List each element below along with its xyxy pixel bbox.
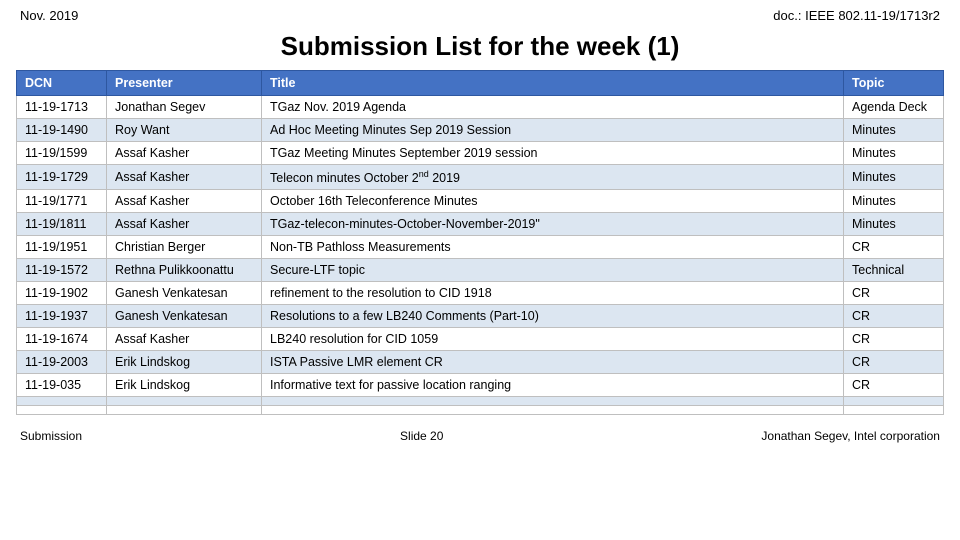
cell-presenter: Rethna Pulikkoonattu [107,259,262,282]
cell-presenter [107,397,262,406]
cell-topic: CR [844,374,944,397]
cell-title: Telecon minutes October 2nd 2019 [262,165,844,190]
submission-table-wrapper: DCN Presenter Title Topic 11-19-1713Jona… [0,70,960,415]
cell-topic: Minutes [844,190,944,213]
cell-title: TGaz-telecon-minutes-October-November-20… [262,213,844,236]
table-row: 11-19-1729Assaf KasherTelecon minutes Oc… [17,165,944,190]
cell-dcn: 11-19-1572 [17,259,107,282]
table-row: 11-19-1713Jonathan SegevTGaz Nov. 2019 A… [17,96,944,119]
header-left: Nov. 2019 [20,8,78,23]
cell-dcn: 11-19-2003 [17,351,107,374]
table-header-row: DCN Presenter Title Topic [17,71,944,96]
cell-topic: Minutes [844,119,944,142]
cell-presenter [107,406,262,415]
cell-presenter: Ganesh Venkatesan [107,282,262,305]
table-row: 11-19-1902Ganesh Venkatesanrefinement to… [17,282,944,305]
cell-presenter: Assaf Kasher [107,142,262,165]
footer-center: Slide 20 [400,429,443,443]
cell-dcn: 11-19/1599 [17,142,107,165]
footer-right: Jonathan Segev, Intel corporation [761,429,940,443]
cell-dcn: 11-19-1902 [17,282,107,305]
cell-title: ISTA Passive LMR element CR [262,351,844,374]
col-header-title: Title [262,71,844,96]
table-row: 11-19-1937Ganesh VenkatesanResolutions t… [17,305,944,328]
table-row: 11-19-035Erik LindskogInformative text f… [17,374,944,397]
table-row: 11-19/1599Assaf KasherTGaz Meeting Minut… [17,142,944,165]
table-row: 11-19-1572Rethna PulikkoonattuSecure-LTF… [17,259,944,282]
cell-dcn: 11-19/1951 [17,236,107,259]
col-header-topic: Topic [844,71,944,96]
cell-topic: Minutes [844,213,944,236]
submission-table: DCN Presenter Title Topic 11-19-1713Jona… [16,70,944,415]
page-title: Submission List for the week (1) [0,31,960,62]
cell-title: Informative text for passive location ra… [262,374,844,397]
cell-topic [844,406,944,415]
cell-title [262,406,844,415]
table-row: 11-19/1811Assaf KasherTGaz-telecon-minut… [17,213,944,236]
cell-title: Ad Hoc Meeting Minutes Sep 2019 Session [262,119,844,142]
table-row: 11-19/1951Christian BergerNon-TB Pathlos… [17,236,944,259]
cell-presenter: Assaf Kasher [107,213,262,236]
cell-presenter: Christian Berger [107,236,262,259]
cell-presenter: Erik Lindskog [107,351,262,374]
cell-title [262,397,844,406]
cell-dcn: 11-19-1729 [17,165,107,190]
cell-title: Secure-LTF topic [262,259,844,282]
cell-presenter: Assaf Kasher [107,190,262,213]
cell-topic: Agenda Deck [844,96,944,119]
cell-topic: CR [844,236,944,259]
cell-presenter: Roy Want [107,119,262,142]
cell-dcn: 11-19-1937 [17,305,107,328]
table-row: 11-19/1771Assaf KasherOctober 16th Telec… [17,190,944,213]
cell-presenter: Jonathan Segev [107,96,262,119]
cell-topic: CR [844,351,944,374]
cell-title: October 16th Teleconference Minutes [262,190,844,213]
cell-topic: CR [844,305,944,328]
cell-title: TGaz Meeting Minutes September 2019 sess… [262,142,844,165]
cell-dcn [17,397,107,406]
cell-title: LB240 resolution for CID 1059 [262,328,844,351]
cell-topic: CR [844,282,944,305]
footer-left: Submission [20,429,82,443]
cell-dcn: 11-19-1490 [17,119,107,142]
cell-topic: Minutes [844,165,944,190]
cell-dcn: 11-19-035 [17,374,107,397]
cell-title: Resolutions to a few LB240 Comments (Par… [262,305,844,328]
cell-topic: CR [844,328,944,351]
cell-topic: Technical [844,259,944,282]
cell-title: Non-TB Pathloss Measurements [262,236,844,259]
cell-presenter: Assaf Kasher [107,165,262,190]
cell-presenter: Assaf Kasher [107,328,262,351]
cell-presenter: Ganesh Venkatesan [107,305,262,328]
cell-title: refinement to the resolution to CID 1918 [262,282,844,305]
cell-dcn: 11-19-1674 [17,328,107,351]
header-right: doc.: IEEE 802.11-19/1713r2 [773,8,940,23]
table-row [17,397,944,406]
cell-topic: Minutes [844,142,944,165]
col-header-presenter: Presenter [107,71,262,96]
cell-dcn: 11-19/1771 [17,190,107,213]
cell-dcn: 11-19-1713 [17,96,107,119]
cell-dcn [17,406,107,415]
table-row: 11-19-1674Assaf KasherLB240 resolution f… [17,328,944,351]
col-header-dcn: DCN [17,71,107,96]
table-row [17,406,944,415]
table-row: 11-19-1490Roy WantAd Hoc Meeting Minutes… [17,119,944,142]
cell-topic [844,397,944,406]
cell-title: TGaz Nov. 2019 Agenda [262,96,844,119]
cell-dcn: 11-19/1811 [17,213,107,236]
table-row: 11-19-2003Erik LindskogISTA Passive LMR … [17,351,944,374]
cell-presenter: Erik Lindskog [107,374,262,397]
